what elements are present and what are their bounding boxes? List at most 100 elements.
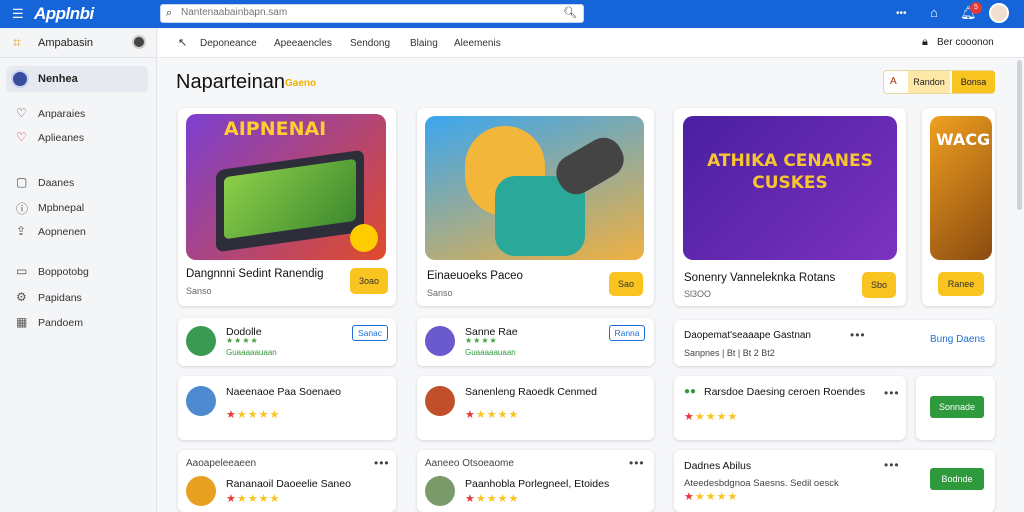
list-item-title: Ateedesbdgnoa Saesns. Sedil oesck (684, 478, 839, 489)
info-icon: ⓘ (16, 202, 29, 216)
sidebar-item-4[interactable]: ⇪ Aopnenen (0, 222, 157, 242)
notification-badge: 5 (970, 2, 982, 14)
rating-stars: ★★★★★ (465, 493, 520, 505)
install-button[interactable]: Bodnde (930, 468, 984, 490)
sidebar-toggle[interactable] (132, 35, 146, 49)
featured-card[interactable]: AIPNENAI Dangnnni Sedint Ranendig Sanso … (178, 108, 396, 306)
tab-4[interactable]: Aleemenis (454, 38, 501, 49)
card-price-button[interactable]: Sao (609, 272, 643, 296)
card-price-button[interactable]: 3oao (350, 268, 388, 294)
card-title: Dangnnni Sedint Ranendig (186, 268, 324, 280)
tab-0[interactable]: Deponeance (200, 38, 257, 49)
list-item[interactable]: Aaoapeleeaeen ••• Rananaoil Daoeelie San… (178, 450, 396, 512)
tab-2[interactable]: Sendong (350, 38, 390, 49)
featured-card[interactable]: Einaeuoeks Paceo Sanso Sao (417, 108, 654, 306)
rating-stars: ★★★★ (465, 336, 498, 345)
folder-icon: ▭ (16, 264, 28, 278)
sidebar-item-0[interactable]: ♡ Anparaies (0, 104, 157, 124)
avatar (425, 476, 455, 506)
sidebar-item-3[interactable]: ⓘ Mpbnepal (0, 198, 157, 218)
list-item-heading: Aaneeo Otsoeaome (425, 458, 514, 469)
avatar (186, 476, 216, 506)
artwork-title: ATHIKA CENANES CUSKES (707, 151, 873, 193)
game-artwork (425, 116, 644, 260)
list-item[interactable]: Sanne Rae ★★★★ Guaaaaauaan Ranna (417, 318, 654, 366)
list-item[interactable]: Dodolle Guaaaaauaan ★★★★ Sanac (178, 318, 396, 366)
search-input[interactable] (181, 7, 561, 18)
segment-option-1[interactable]: Randon (908, 71, 950, 93)
action-button[interactable]: Sanac (352, 325, 388, 341)
game-artwork: ATHIKA CENANES CUSKES (683, 116, 897, 260)
sidebar: ⌗ Ampabasin Nenhea ♡ Anparaies ♡ Apliean… (0, 28, 157, 512)
install-button[interactable]: Sonnade (930, 396, 984, 418)
rating-stars: ★★★★★ (226, 493, 281, 505)
box-icon: ▢ (16, 175, 28, 189)
page-title: Naparteinan (176, 71, 285, 93)
back-icon[interactable]: ↖ (178, 36, 187, 49)
game-badge-icon (350, 224, 378, 252)
sidebar-item-1[interactable]: ♡ Aplieanes (0, 128, 157, 148)
app-logo[interactable]: Applnbi (34, 4, 94, 24)
list-item-subtitle: Sanpnes | Bt | Bt 2 Bt2 (684, 348, 775, 358)
list-item[interactable]: Sanenleng Raoedk Cenmed ★★★★★ (417, 376, 654, 440)
tab-3[interactable]: Blaing (410, 38, 438, 49)
avatar (425, 386, 455, 416)
action-button[interactable]: Ranna (609, 325, 645, 341)
home-icon[interactable]: ⌂ (930, 5, 938, 20)
sidebar-item-label: Boppotobg (38, 266, 89, 278)
segment-option-2[interactable]: Bonsa (952, 71, 995, 93)
featured-card[interactable]: ATHIKA CENANES CUSKES Sonenry Vanneleknk… (674, 108, 906, 306)
scrollbar[interactable] (1017, 60, 1022, 210)
sidebar-item-label: Papidans (38, 292, 82, 304)
avatar[interactable] (989, 3, 1009, 23)
sidebar-item-label: Mpbnepal (38, 202, 85, 214)
card-subtitle: Sl3OO (684, 289, 712, 299)
list-item-heading: Dadnes Abilus (684, 460, 752, 472)
search-icon[interactable]: 🔍︎ (563, 6, 577, 19)
heart-icon: ♡ (16, 106, 27, 120)
top-bar: ☰ Applnbi ⌕ 🔍︎ ••• ⌂ 🔔︎ 5 (0, 0, 1024, 28)
tab-1[interactable]: Apeeaencles (274, 38, 332, 49)
search-box[interactable]: ⌕ 🔍︎ (160, 4, 584, 23)
avatar (186, 326, 216, 356)
list-item[interactable]: Aaneeo Otsoeaome ••• Paanhobla Porlegnee… (417, 450, 654, 512)
card-title: Einaeuoeks Paceo (427, 270, 523, 282)
see-more-link[interactable]: Bung Daens (930, 334, 985, 345)
list-item[interactable]: ●● Rarsdoe Daesing ceroen Roendes ••• ★★… (674, 376, 906, 440)
list-item-title: Rarsdoe Daesing ceroen Roendes (704, 386, 866, 398)
more-icon[interactable]: ••• (629, 456, 645, 470)
more-icon[interactable]: ••• (374, 456, 390, 470)
sidebar-item-2[interactable]: ▢ Daanes (0, 173, 157, 193)
title-badge: Gaeno (285, 78, 317, 89)
sidebar-item-label: Anparaies (38, 108, 86, 120)
heart-red-icon: ♡ (16, 130, 27, 144)
featured-card[interactable]: WACG Ranee (922, 108, 995, 306)
more-icon[interactable]: ••• (896, 8, 907, 19)
list-item-subtitle: Guaaaaauaan (465, 348, 516, 357)
list-item[interactable]: Daopemat'seaaape Gastnan ••• Sanpnes | B… (674, 320, 995, 366)
segment-icon[interactable]: A (890, 76, 897, 87)
avatar (11, 70, 29, 88)
menu-icon[interactable]: ☰ (12, 6, 24, 22)
sidebar-item-7[interactable]: ▦ Pandoem (0, 313, 157, 333)
lock-icon: 🔒︎ (922, 36, 928, 48)
sidebar-item-5[interactable]: ▭ Boppotobg (0, 262, 157, 282)
rating-stars: ★★★★★ (226, 409, 281, 421)
card-price-button[interactable]: Ranee (938, 272, 984, 296)
avatar (425, 326, 455, 356)
sidebar-header-label: Ampabasin (38, 37, 94, 49)
card-subtitle: Sanso (427, 288, 453, 298)
account-link[interactable]: Ber cooonon (937, 37, 994, 48)
artwork-title: WACG (936, 130, 991, 149)
card-price-button[interactable]: Sbo (862, 272, 896, 298)
sidebar-item-active[interactable]: Nenhea (6, 66, 148, 92)
sidebar-item-6[interactable]: ⚙ Papidans (0, 288, 157, 308)
list-item[interactable]: Naeenaoe Paa Soenaeo ★★★★★ (178, 376, 396, 440)
sidebar-item-label: Pandoem (38, 317, 83, 329)
rating-stars: ★★★★ (226, 336, 259, 345)
list-item[interactable]: Dadnes Abilus ••• Ateedesbdgnoa Saesns. … (674, 450, 995, 512)
more-icon[interactable]: ••• (884, 386, 900, 400)
card-title: Sonenry Vanneleknka Rotans (684, 272, 836, 284)
more-icon[interactable]: ••• (850, 328, 866, 342)
more-icon[interactable]: ••• (884, 458, 900, 472)
